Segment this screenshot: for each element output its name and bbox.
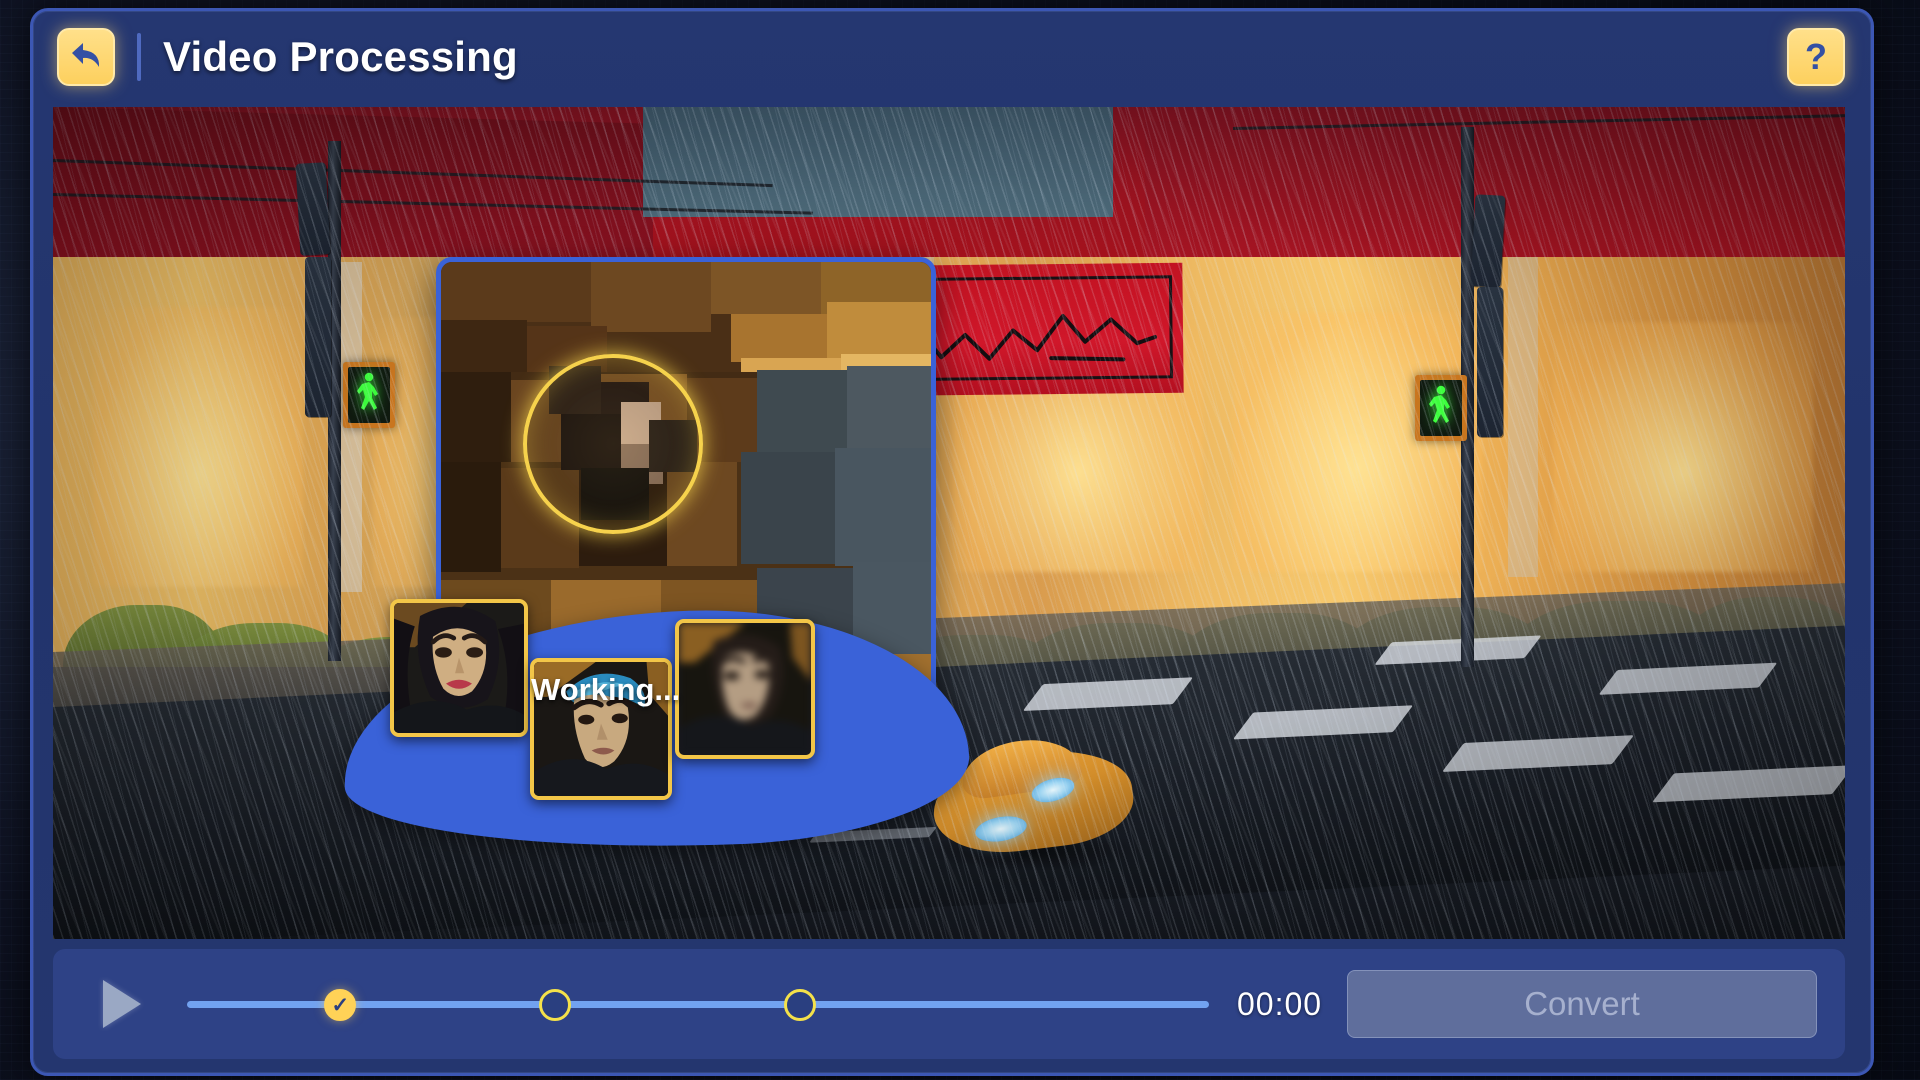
crosswalk-stripe	[1598, 662, 1778, 695]
titlebar: Video Processing ?	[33, 11, 1871, 103]
convert-button[interactable]: Convert	[1347, 970, 1817, 1038]
scan-ring-icon	[523, 354, 703, 534]
timeline-marker-2[interactable]	[538, 989, 571, 1021]
wall-column	[1508, 257, 1538, 577]
check-icon: ✓	[331, 993, 350, 1017]
time-display: 00:00	[1237, 985, 1323, 1022]
face-thumbnail-3[interactable]	[675, 619, 815, 759]
scene-sky-gap	[643, 107, 1113, 217]
back-arrow-icon	[69, 40, 103, 75]
face-portrait-woman-icon	[394, 603, 524, 733]
timeline-scrubber[interactable]: ✓	[187, 979, 1209, 1029]
walking-person-icon	[356, 372, 382, 419]
page-title: Video Processing	[163, 33, 518, 80]
walking-person-icon	[1428, 385, 1454, 432]
pedestrian-signal	[1415, 375, 1467, 441]
play-icon[interactable]	[103, 980, 141, 1028]
shop-window	[93, 307, 303, 587]
traffic-signal-head	[305, 257, 331, 417]
face-thumbnail-1[interactable]	[390, 599, 528, 737]
app-window: Video Processing ? Working... ✓ 00:00 Co…	[30, 8, 1874, 1076]
back-button[interactable]	[57, 28, 115, 86]
status-text: Working...	[531, 672, 681, 707]
video-viewport[interactable]: Working...	[53, 107, 1845, 939]
face-portrait-blurred-icon	[679, 623, 811, 755]
traffic-signal-head	[1477, 287, 1503, 437]
pedestrian-signal	[343, 362, 395, 428]
playback-toolbar: ✓ 00:00 Convert	[53, 949, 1845, 1059]
question-mark-icon: ?	[1805, 36, 1827, 77]
crosswalk-stripe	[1652, 765, 1845, 803]
timeline-marker-3[interactable]	[784, 989, 817, 1021]
traffic-signal-head	[295, 162, 331, 256]
crosswalk-stripe	[1232, 705, 1414, 740]
crosswalk-stripe	[1022, 677, 1194, 711]
crosswalk-stripe	[1442, 735, 1634, 772]
help-button[interactable]: ?	[1787, 28, 1845, 86]
timeline-marker-1[interactable]: ✓	[324, 989, 357, 1021]
shop-window	[1233, 312, 1483, 572]
convert-button-label: Convert	[1524, 985, 1640, 1022]
traffic-signal-head	[1470, 194, 1506, 288]
shop-window	[1553, 322, 1813, 572]
title-divider	[137, 33, 141, 81]
